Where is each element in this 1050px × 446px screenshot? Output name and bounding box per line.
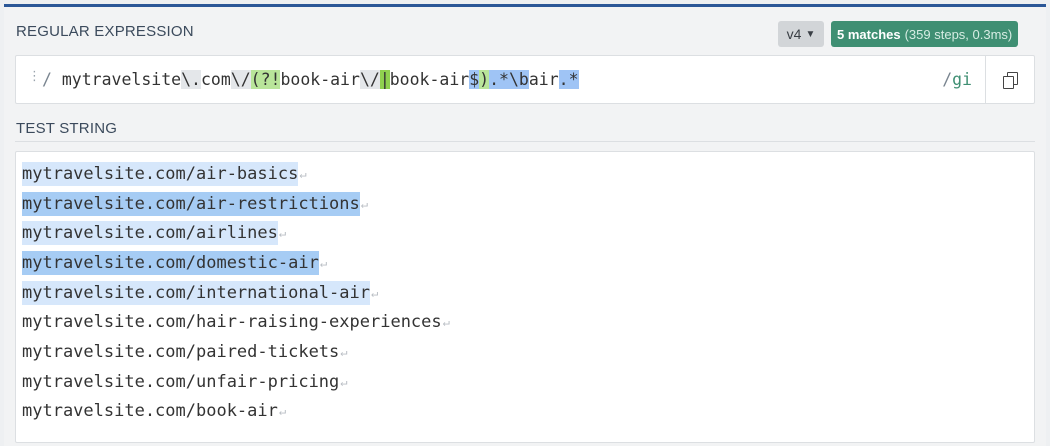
- newline-icon: ↵: [340, 344, 348, 359]
- regex-flags-value: gi: [952, 70, 972, 89]
- copy-button[interactable]: [985, 56, 1034, 103]
- regex-token: \.: [181, 70, 201, 89]
- regex-token: air: [528, 70, 559, 89]
- regex-token: \/: [230, 70, 251, 89]
- regex-token: (?!: [250, 70, 281, 89]
- test-line: mytravelsite.com/unfair-pricing ↵: [22, 367, 450, 397]
- drag-handle-icon[interactable]: ⋮: [28, 69, 41, 82]
- regex-token: $: [469, 70, 480, 89]
- regex-section-title: REGULAR EXPRESSION: [16, 23, 194, 40]
- test-string-input[interactable]: mytravelsite.com/air-basics ↵ mytravelsite…: [15, 151, 1035, 443]
- test-line: mytravelsite.com/airlines ↵: [22, 218, 450, 248]
- match-details: (359 steps, 0.3ms): [904, 26, 1013, 42]
- regex-token: \b: [508, 70, 529, 89]
- test-line: mytravelsite.com/international-air ↵: [22, 278, 450, 308]
- test-line: mytravelsite.com/air-restrictions ↵: [22, 189, 450, 219]
- copy-icon: [1003, 71, 1018, 89]
- regex-delimiter-close: /: [942, 70, 953, 89]
- newline-icon: ↵: [299, 166, 307, 181]
- test-line-text: mytravelsite.com/international-air: [22, 280, 370, 305]
- test-line-text: mytravelsite.com/hair-raising-experience…: [22, 312, 442, 333]
- test-line-text: mytravelsite.com/domestic-air: [22, 250, 319, 275]
- match-count-badge: 5 matches (359 steps, 0.3ms): [831, 21, 1019, 47]
- chevron-down-icon: ▼: [805, 28, 816, 40]
- test-section-title: TEST STRING: [16, 120, 118, 137]
- test-line-text: mytravelsite.com/air-basics: [22, 161, 299, 186]
- regex-expression[interactable]: / mytravelsite\.com\/(?!book-air\/|book-…: [42, 68, 579, 92]
- regex-token: |: [379, 70, 390, 89]
- newline-icon: ↵: [442, 315, 450, 330]
- newline-icon: ↵: [278, 226, 287, 241]
- regex-token: mytravelsite: [51, 70, 182, 89]
- regex-token: book-air: [280, 70, 360, 89]
- regex-token: book-air: [389, 70, 470, 89]
- regex-token: .*: [489, 70, 509, 89]
- regex-panel: REGULAR EXPRESSION v4 ▼ 5 matches (359 s…: [4, 4, 1046, 446]
- regex-delimiter-open: /: [42, 70, 52, 89]
- flavor-selector[interactable]: v4 ▼: [778, 21, 824, 47]
- newline-icon: ↵: [340, 374, 348, 389]
- newline-icon: ↵: [360, 196, 368, 211]
- test-line: mytravelsite.com/book-air ↵: [22, 397, 450, 427]
- test-line: mytravelsite.com/domestic-air ↵: [22, 248, 450, 278]
- regex-token: com: [200, 70, 231, 89]
- newline-icon: ↵: [319, 255, 328, 270]
- regex-flags[interactable]: /gi: [942, 68, 972, 92]
- divider: [15, 141, 1035, 142]
- test-line-text: mytravelsite.com/book-air: [22, 401, 278, 422]
- regex-token: .*: [558, 70, 579, 89]
- test-line-text: mytravelsite.com/airlines: [22, 221, 278, 246]
- test-line: mytravelsite.com/paired-tickets ↵: [22, 337, 450, 367]
- match-count: 5 matches: [837, 26, 901, 42]
- test-line-text: mytravelsite.com/air-restrictions: [22, 191, 360, 216]
- regex-token: \/: [359, 70, 380, 89]
- test-line-text: mytravelsite.com/unfair-pricing: [22, 371, 340, 392]
- flavor-label: v4: [786, 26, 802, 42]
- test-line: mytravelsite.com/hair-raising-experience…: [22, 307, 450, 337]
- regex-tokens: mytravelsite\.com\/(?!book-air\/|book-ai…: [52, 70, 579, 89]
- regex-input[interactable]: ⋮ / mytravelsite\.com\/(?!book-air\/|boo…: [15, 55, 1035, 104]
- regex-token: ): [479, 70, 490, 89]
- test-line: mytravelsite.com/air-basics ↵: [22, 159, 450, 189]
- test-string-lines: mytravelsite.com/air-basics ↵ mytravelsite…: [22, 159, 450, 426]
- test-line-text: mytravelsite.com/paired-tickets: [22, 341, 340, 362]
- newline-icon: ↵: [278, 404, 287, 419]
- newline-icon: ↵: [371, 285, 379, 300]
